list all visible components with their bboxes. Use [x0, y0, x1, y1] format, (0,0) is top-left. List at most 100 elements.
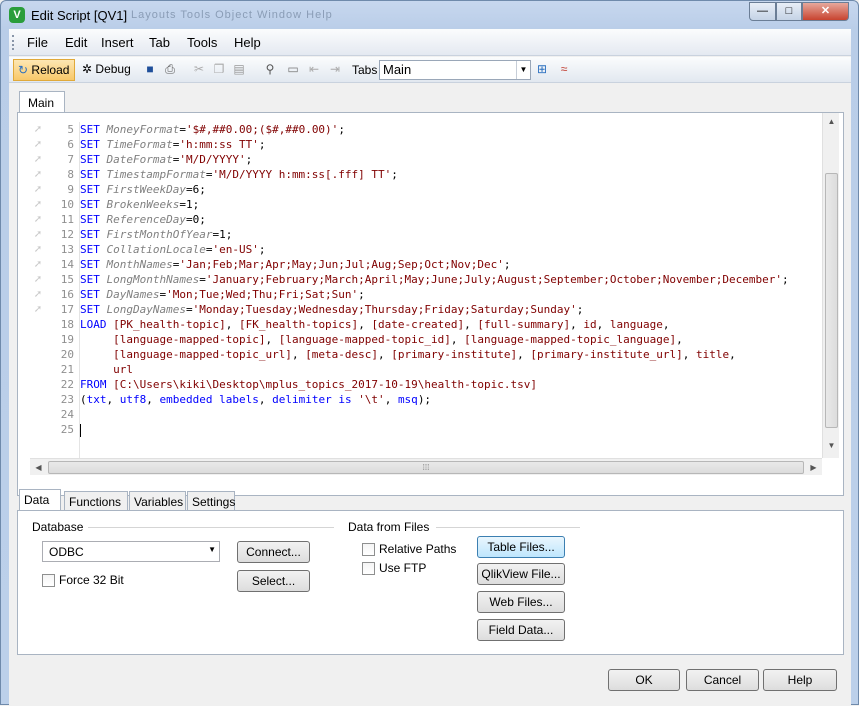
breakpoint-arrow-icon: ➚	[33, 244, 43, 255]
code-text: [language-mapped-topic], [language-mappe…	[80, 332, 683, 347]
cancel-button[interactable]: Cancel	[686, 669, 759, 691]
tab-data[interactable]: Data	[19, 489, 61, 511]
debug-button[interactable]: ✲ Debug	[79, 59, 133, 81]
tab-functions[interactable]: Functions	[64, 491, 128, 511]
code-token: (	[80, 393, 87, 406]
code-token: embedded labels	[159, 393, 259, 406]
add-tab-icon[interactable]: ▭	[285, 61, 301, 77]
menu-tab[interactable]: Tab	[149, 35, 170, 50]
breakpoint-arrow-icon	[30, 392, 46, 407]
code-token: msq	[397, 393, 418, 406]
force-32-bit-checkbox[interactable]	[42, 574, 55, 587]
menu-insert[interactable]: Insert	[101, 35, 134, 50]
tab-main[interactable]: Main	[19, 91, 65, 113]
line-number: 10	[60, 198, 74, 211]
reload-button[interactable]: ↻ Reload	[13, 59, 75, 81]
connect-button[interactable]: Connect...	[237, 541, 310, 563]
breakpoint-arrow-icon: ➚	[33, 274, 43, 285]
line-number: 22	[60, 378, 74, 391]
help-button[interactable]: Help	[763, 669, 837, 691]
title-bar[interactable]: V Edit Script [QV1] Layouts Tools Object…	[1, 1, 858, 29]
paste-icon[interactable]: ▤	[231, 61, 247, 77]
select-button[interactable]: Select...	[237, 570, 310, 592]
tab-settings[interactable]: Settings	[187, 491, 235, 511]
data-from-files-label: Data from Files	[348, 520, 430, 534]
demote-tab-icon[interactable]: ⇥	[327, 61, 343, 77]
code-token: 'January;February;March;April;May;June;J…	[205, 273, 783, 286]
save-icon[interactable]: ■	[142, 61, 158, 77]
qlikview-file-button[interactable]: QlikView File...	[477, 563, 565, 585]
maximize-button[interactable]: □	[776, 2, 802, 21]
find-icon[interactable]: ⚲	[262, 61, 278, 77]
edit-script-window: V Edit Script [QV1] Layouts Tools Object…	[0, 0, 859, 706]
code-token: [primary-institute]	[391, 348, 518, 361]
tabs-dropdown[interactable]: Main ▼	[379, 60, 531, 80]
breakpoint-arrow-icon: ➚	[33, 139, 43, 150]
cut-icon[interactable]: ✂	[191, 61, 207, 77]
menu-edit[interactable]: Edit	[65, 35, 87, 50]
code-token: ;	[503, 258, 511, 271]
code-text: SET BrokenWeeks=1;	[80, 197, 199, 212]
relative-paths-checkbox[interactable]	[362, 543, 375, 556]
tab-variables[interactable]: Variables	[129, 491, 186, 511]
code-token: ReferenceDay	[106, 213, 186, 226]
code-token: [language-mapped-topic]	[113, 333, 266, 346]
breakpoint-arrow-icon: ➚	[33, 184, 43, 195]
code-text: (txt, utf8, embedded labels, delimiter i…	[80, 392, 431, 407]
code-token: [FK_health-topics]	[238, 318, 359, 331]
script-editor[interactable]: ➚ 5 SET MoneyFormat='$#,##0.00;($#,##0.00)…	[30, 122, 822, 458]
minimize-button[interactable]: —	[749, 2, 776, 21]
code-token: utf8	[119, 393, 147, 406]
code-token: =	[185, 303, 193, 316]
vertical-scroll-thumb[interactable]	[825, 173, 838, 428]
code-token: '$#,##0.00;($#,##0.00)'	[185, 123, 339, 136]
horizontal-scroll-thumb[interactable]: ⁞⁞⁞	[48, 461, 804, 474]
promote-tab-icon[interactable]: ⇤	[306, 61, 322, 77]
table-viewer-icon[interactable]: ⊞	[534, 61, 550, 77]
code-text: SET DayNames='Mon;Tue;Wed;Thu;Fri;Sat;Su…	[80, 287, 365, 302]
print-icon[interactable]: ⎙	[162, 61, 178, 77]
code-token: SET	[80, 213, 107, 226]
code-token: 'M/D/YYYY h:mm:ss[.fff] TT'	[212, 168, 392, 181]
line-number: 19	[60, 333, 74, 346]
scroll-right-icon[interactable]: ▶	[805, 459, 822, 476]
syntax-check-icon[interactable]: ≈	[556, 61, 572, 77]
code-token: ,	[682, 348, 696, 361]
horizontal-scrollbar[interactable]: ◀ ⁞⁞⁞ ▶	[30, 458, 822, 475]
breakpoint-arrow-icon: ➚	[33, 304, 43, 315]
code-token: SET	[80, 303, 107, 316]
ok-button[interactable]: OK	[608, 669, 680, 691]
vertical-scrollbar[interactable]: ▲ ▼	[822, 113, 839, 458]
scroll-up-icon[interactable]: ▲	[823, 113, 840, 130]
breakpoint-arrow-icon	[30, 332, 46, 347]
code-token: ;	[576, 303, 584, 316]
menu-tools[interactable]: Tools	[187, 35, 217, 50]
menu-file[interactable]: File	[27, 35, 48, 50]
database-dropdown[interactable]: ODBC ▼	[42, 541, 220, 562]
code-text: SET LongDayNames='Monday;Tuesday;Wednesd…	[80, 302, 583, 317]
code-token: 'Monday;Tuesday;Wednesday;Thursday;Frida…	[192, 303, 577, 316]
breakpoint-arrow-icon	[30, 362, 46, 377]
table-files-button[interactable]: Table Files...	[477, 536, 565, 558]
close-button[interactable]: ✕	[802, 2, 849, 21]
line-number: 23	[60, 393, 74, 406]
reload-icon: ↻	[18, 63, 29, 77]
code-token: MonthNames	[106, 258, 173, 271]
code-text: SET MonthNames='Jan;Feb;Mar;Apr;May;Jun;…	[80, 257, 511, 272]
code-token: [language-mapped-topic_id]	[278, 333, 451, 346]
database-group-label: Database	[32, 520, 84, 534]
menu-help[interactable]: Help	[234, 35, 261, 50]
field-data-button[interactable]: Field Data...	[477, 619, 565, 641]
use-ftp-checkbox[interactable]	[362, 562, 375, 575]
code-token: [full-summary]	[477, 318, 571, 331]
code-token: ,	[464, 318, 478, 331]
copy-icon[interactable]: ❐	[211, 61, 227, 77]
scroll-down-icon[interactable]: ▼	[823, 437, 840, 454]
menubar-grip-handle[interactable]	[12, 35, 15, 50]
web-files-button[interactable]: Web Files...	[477, 591, 565, 613]
code-token: =	[199, 273, 206, 286]
code-token: '\t'	[358, 393, 385, 406]
scroll-left-icon[interactable]: ◀	[30, 459, 47, 476]
dialog-footer: OK Cancel Help	[9, 665, 851, 695]
